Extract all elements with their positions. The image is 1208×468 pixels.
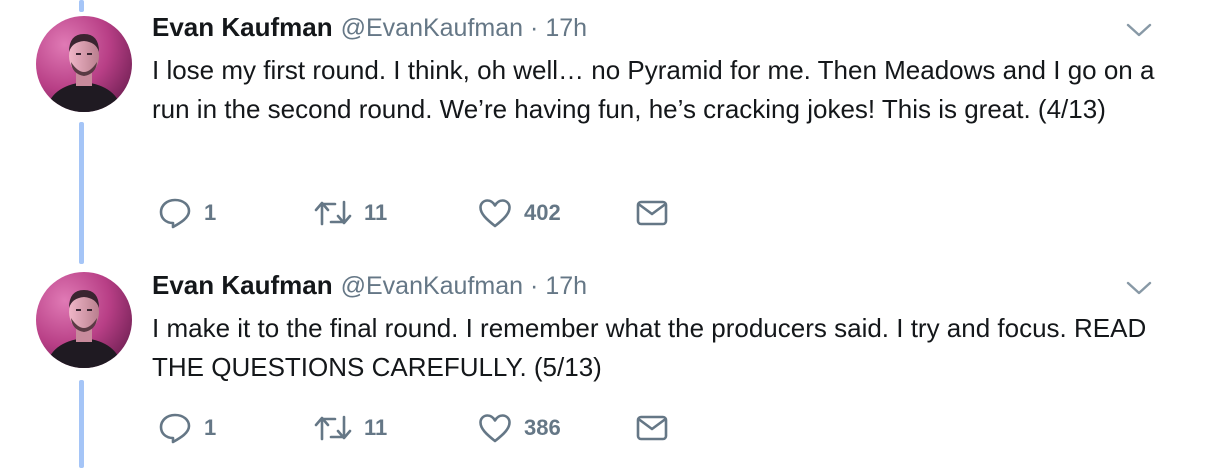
direct-message-icon xyxy=(636,199,668,227)
tweet-header: Evan Kaufman @EvanKaufman · 17h xyxy=(152,270,587,306)
reply-button[interactable]: 1 xyxy=(158,412,314,444)
retweet-icon xyxy=(314,413,352,443)
reply-count: 1 xyxy=(204,200,217,225)
tweet[interactable]: Evan Kaufman @EvanKaufman · 17h I make i… xyxy=(0,258,1208,468)
author-name[interactable]: Evan Kaufman xyxy=(152,12,333,43)
like-button[interactable]: 386 xyxy=(478,413,636,443)
tweet-text: I lose my first round. I think, oh well…… xyxy=(152,55,1155,124)
author-handle[interactable]: @EvanKaufman xyxy=(341,14,523,43)
avatar[interactable] xyxy=(36,272,132,368)
tweet-text: I make it to the final round. I remember… xyxy=(152,313,1147,382)
reply-icon xyxy=(158,197,192,229)
direct-message-button[interactable] xyxy=(636,199,668,227)
like-count: 386 xyxy=(524,415,561,440)
direct-message-button[interactable] xyxy=(636,414,668,442)
like-count: 402 xyxy=(524,200,561,225)
heart-icon xyxy=(478,413,512,443)
reply-icon xyxy=(158,412,192,444)
author-handle[interactable]: @EvanKaufman xyxy=(341,272,523,301)
retweet-button[interactable]: 11 xyxy=(314,413,478,443)
author-name[interactable]: Evan Kaufman xyxy=(152,270,333,301)
retweet-count: 11 xyxy=(364,415,388,440)
chevron-down-icon[interactable] xyxy=(1126,280,1152,296)
timestamp[interactable]: 17h xyxy=(545,14,587,43)
tweet[interactable]: Evan Kaufman @EvanKaufman · 17h I lose m… xyxy=(0,0,1208,240)
reply-button[interactable]: 1 xyxy=(158,197,314,229)
avatar[interactable] xyxy=(36,16,132,112)
tweet-actions: 1 11 386 xyxy=(158,411,668,445)
heart-icon xyxy=(478,198,512,228)
tweet-actions: 1 11 402 xyxy=(158,196,668,230)
direct-message-icon xyxy=(636,414,668,442)
separator: · xyxy=(530,14,539,42)
tweet-header: Evan Kaufman @EvanKaufman · 17h xyxy=(152,12,587,48)
like-button[interactable]: 402 xyxy=(478,198,636,228)
retweet-count: 11 xyxy=(364,200,388,225)
separator: · xyxy=(530,272,539,300)
timestamp[interactable]: 17h xyxy=(545,272,587,301)
retweet-button[interactable]: 11 xyxy=(314,198,478,228)
reply-count: 1 xyxy=(204,415,217,440)
chevron-down-icon[interactable] xyxy=(1126,22,1152,38)
retweet-icon xyxy=(314,198,352,228)
